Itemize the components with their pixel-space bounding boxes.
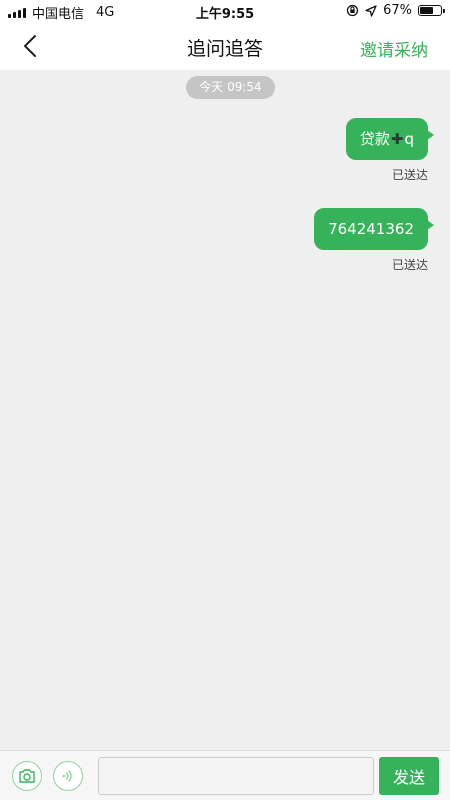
battery-percent: 67% — [383, 3, 412, 18]
nav-bar: 追问追答 邀请采纳 — [0, 22, 450, 70]
orientation-lock-icon — [346, 4, 359, 17]
plus-glyph: ✚ — [390, 130, 404, 148]
battery-fill — [420, 7, 433, 14]
location-icon — [365, 4, 377, 17]
send-button[interactable]: 发送 — [379, 757, 439, 795]
battery-icon — [418, 5, 445, 16]
delivered-status: 已送达 — [391, 168, 428, 182]
voice-button[interactable] — [53, 761, 83, 791]
input-bar: 发送 — [0, 750, 450, 800]
status-right: 67% — [346, 3, 445, 18]
voice-icon — [62, 770, 72, 782]
message-text: q — [404, 130, 414, 148]
chat-area[interactable]: 今天 09:54 贷款✚q 已送达 764241362 已送达 — [0, 70, 450, 750]
message-bubble[interactable]: 贷款✚q — [345, 118, 435, 160]
invite-adopt-button[interactable]: 邀请采纳 — [360, 36, 428, 61]
message-text: 764241362 — [328, 220, 414, 238]
camera-icon — [19, 769, 35, 783]
camera-button[interactable] — [12, 761, 42, 791]
delivered-status: 已送达 — [391, 258, 428, 272]
message-text: 贷款 — [359, 130, 390, 148]
message-bubble[interactable]: 764241362 — [314, 208, 434, 250]
message-input[interactable] — [98, 757, 374, 795]
status-bar: 中国电信 4G 上午9:55 67% — [0, 0, 450, 22]
time-chip: 今天 09:54 — [186, 76, 275, 99]
